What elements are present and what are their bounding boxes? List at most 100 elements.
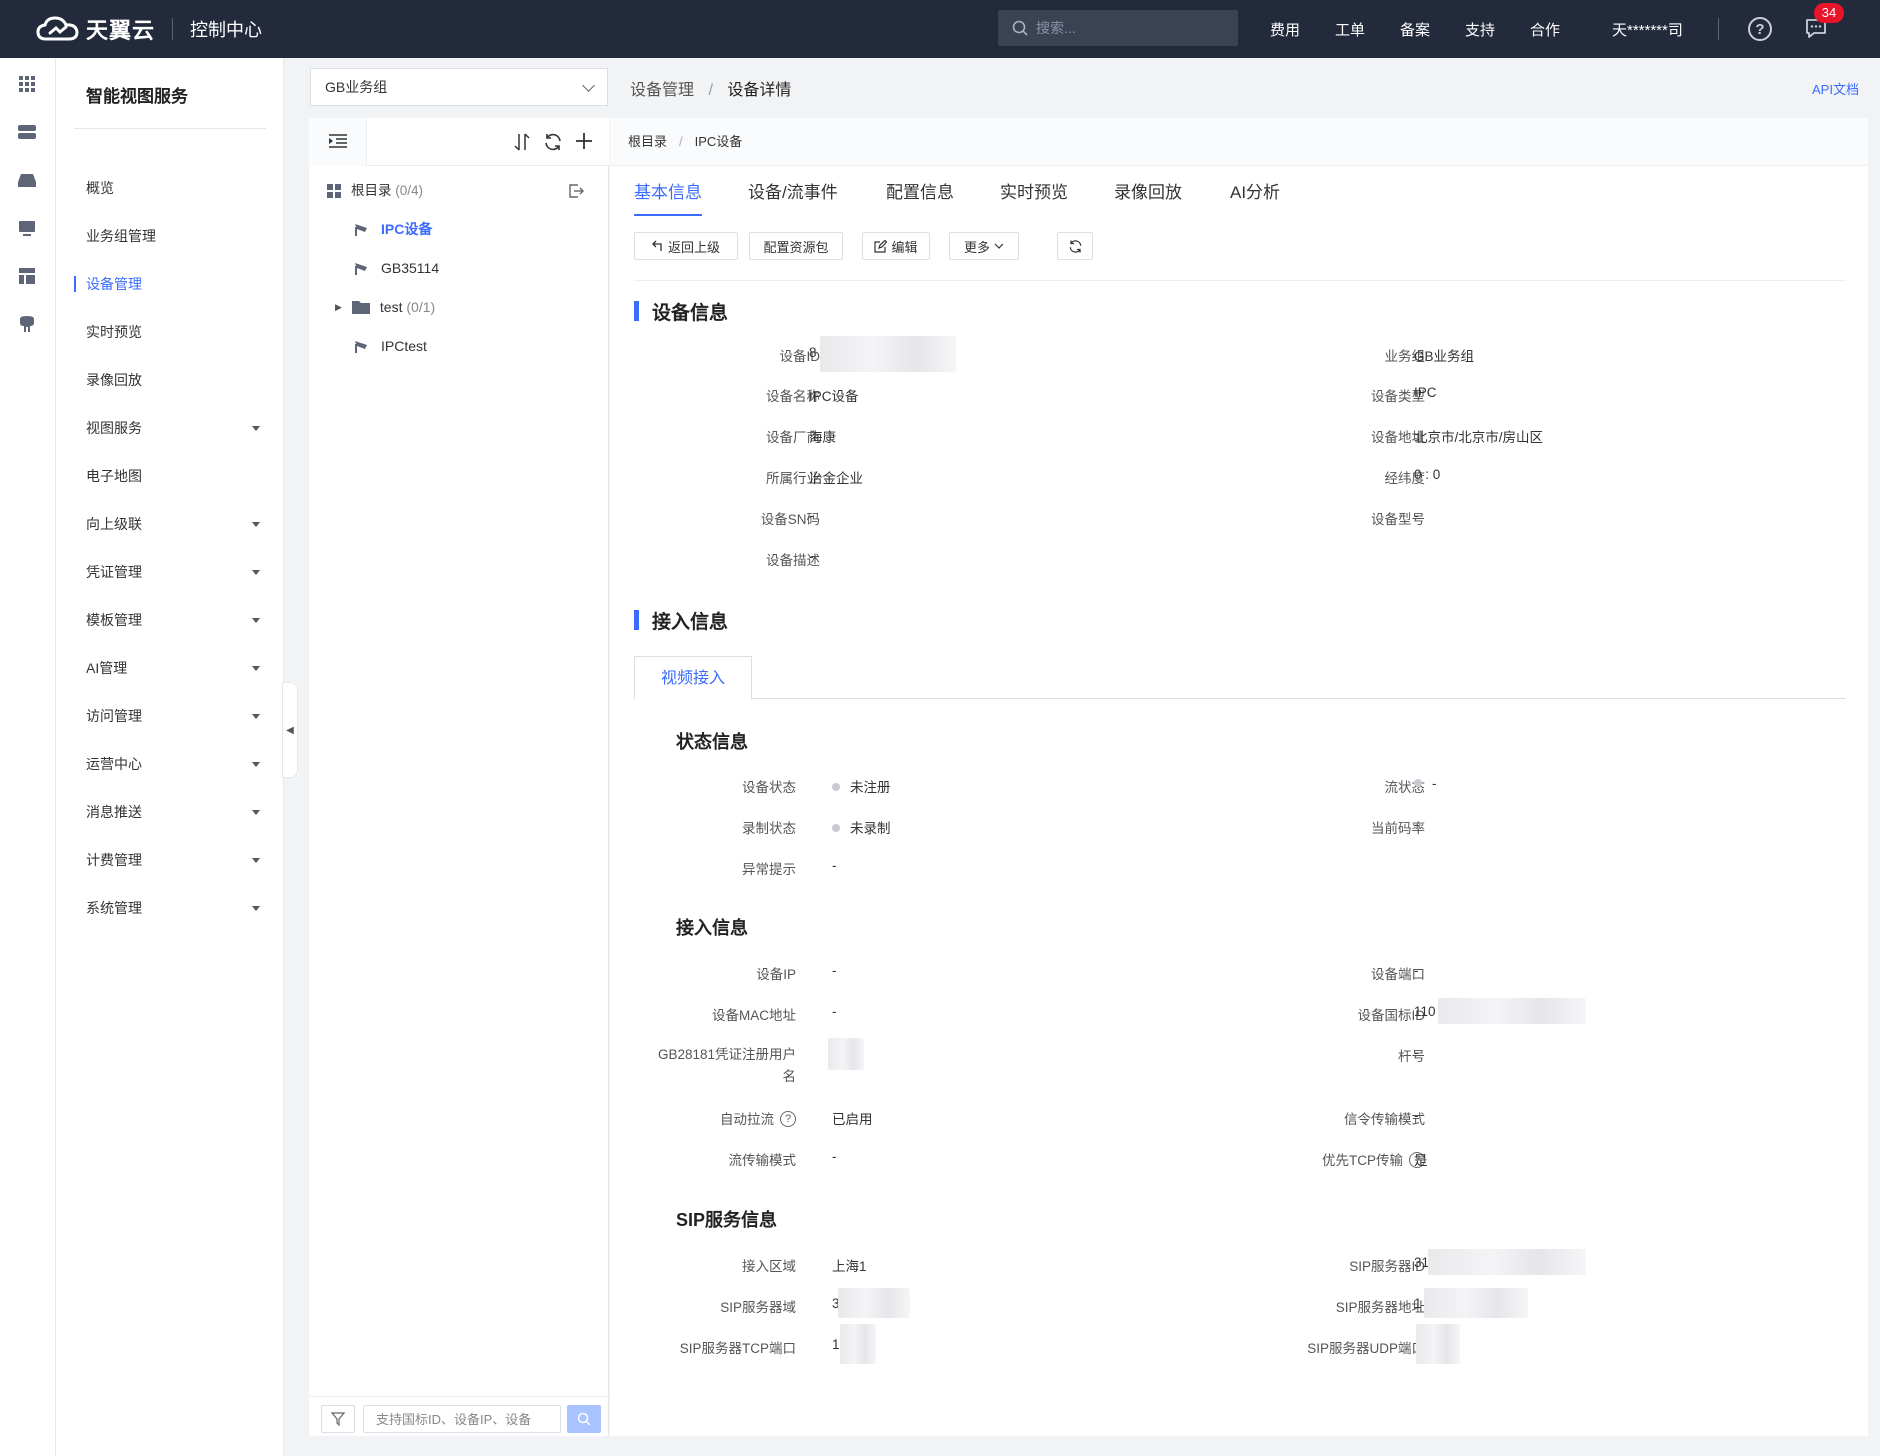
edit-button[interactable]: 编辑 [862, 232, 930, 260]
server-icon[interactable] [16, 122, 38, 142]
sip-id-value: 31 [1414, 1255, 1430, 1270]
filter-icon[interactable] [321, 1405, 355, 1433]
tree-node-label: test [379, 299, 403, 315]
tree-node-gb35114[interactable]: GB35114 [353, 257, 439, 279]
tree-node-test[interactable]: ▶ test (0/1) [335, 296, 435, 318]
tree-node-ipc-device[interactable]: IPC设备 [353, 218, 432, 240]
stream-mode-label: 流传输模式 [728, 1153, 797, 1168]
tree-toolbar-left [309, 118, 367, 166]
more-dropdown[interactable]: 更多 [949, 232, 1019, 260]
back-arrow-icon [652, 240, 662, 251]
layout-icon[interactable] [16, 266, 38, 286]
access-info-title: 接入信息 [634, 607, 728, 634]
monitor-icon[interactable] [16, 218, 38, 238]
record-status-value: 未录制 [832, 817, 891, 837]
sidebar-item-label: 访问管理 [86, 708, 142, 724]
stream-status-value: - [1414, 776, 1437, 791]
nav-support[interactable]: 支持 [1465, 19, 1495, 40]
tab-ai-analysis[interactable]: AI分析 [1230, 178, 1280, 214]
nav-tickets[interactable]: 工单 [1335, 19, 1365, 40]
tab-config[interactable]: 配置信息 [886, 178, 954, 214]
caret-down-icon [252, 858, 260, 863]
tree-search-row [309, 1396, 609, 1436]
sort-icon[interactable] [513, 132, 531, 152]
expand-arrow-icon[interactable]: ▶ [335, 296, 342, 318]
sidebar-item-view-service[interactable]: 视图服务 [56, 408, 284, 448]
tree-node-count: (0/1) [406, 299, 436, 315]
region-value: 上海1 [832, 1259, 867, 1274]
tree-node-ipctest[interactable]: IPCtest [353, 335, 427, 357]
sidebar-item-push[interactable]: 消息推送 [56, 792, 284, 832]
topbar-divider-right [1718, 18, 1719, 40]
console-title[interactable]: 控制中心 [190, 16, 262, 42]
tree-node-label: IPCtest [381, 338, 427, 354]
breadcrumb-parent[interactable]: 设备管理 [630, 82, 694, 99]
business-group-select[interactable]: GB业务组 [310, 68, 608, 106]
nav-partner[interactable]: 合作 [1530, 19, 1560, 40]
api-docs-link[interactable]: API文档 [1812, 79, 1859, 98]
tab-live-preview[interactable]: 实时预览 [1000, 178, 1068, 214]
question-icon[interactable]: ? [780, 1111, 796, 1128]
sidebar-item-playback[interactable]: 录像回放 [56, 360, 284, 400]
sidebar-item-e-map[interactable]: 电子地图 [56, 456, 284, 496]
search-icon [577, 1412, 591, 1426]
auto-pull-label: 自动拉流? [720, 1108, 796, 1128]
sidebar-item-operations[interactable]: 运营中心 [56, 744, 284, 784]
path-root[interactable]: 根目录 [628, 134, 667, 149]
redacted-blur [820, 336, 956, 372]
sidebar-item-overview[interactable]: 概览 [56, 168, 284, 208]
grid-apps-icon[interactable] [16, 74, 38, 94]
tree-path-breadcrumb: 根目录 / IPC设备 [610, 118, 1868, 166]
sidebar-item-label: 模板管理 [86, 612, 142, 628]
refresh-icon [1069, 239, 1081, 253]
brand-logo[interactable]: 天翼云 [36, 12, 155, 46]
config-package-button[interactable]: 配置资源包 [749, 232, 843, 260]
database-elephant-icon[interactable] [16, 314, 38, 334]
tree-node-label: IPC设备 [381, 221, 433, 237]
sidebar-item-billing[interactable]: 计费管理 [56, 840, 284, 880]
nav-fees[interactable]: 费用 [1270, 19, 1300, 40]
device-address-value: 北京市/北京市/房山区 [1414, 430, 1544, 445]
sidebar-item-device-management[interactable]: 设备管理 [56, 264, 284, 304]
indent-menu-icon[interactable] [329, 133, 347, 149]
storage-icon[interactable] [16, 170, 38, 190]
subtab-video-access[interactable]: 视频接入 [634, 656, 752, 700]
sidebar-item-live-preview[interactable]: 实时预览 [56, 312, 284, 352]
redacted-blur [838, 1288, 910, 1318]
tab-device-events[interactable]: 设备/流事件 [748, 178, 838, 214]
tcp-first-label: 优先TCP传输? [1322, 1149, 1425, 1169]
sidebar-item-credentials[interactable]: 凭证管理 [56, 552, 284, 592]
sidebar-item-templates[interactable]: 模板管理 [56, 600, 284, 640]
refresh-button[interactable] [1057, 232, 1093, 260]
tab-playback[interactable]: 录像回放 [1114, 178, 1182, 214]
global-search[interactable]: 搜索... [998, 10, 1238, 46]
nav-filing[interactable]: 备案 [1400, 19, 1430, 40]
sidebar-item-system[interactable]: 系统管理 [56, 888, 284, 928]
sidebar-collapse-handle[interactable]: ◀ [282, 682, 298, 778]
tcp-first-label-text: 优先TCP传输 [1322, 1153, 1403, 1168]
refresh-icon[interactable] [543, 132, 563, 152]
folder-icon [351, 301, 370, 314]
redacted-blur [1428, 1249, 1586, 1275]
sidebar-item-cascade[interactable]: 向上级联 [56, 504, 284, 544]
add-icon[interactable] [575, 132, 593, 150]
tab-basic-info[interactable]: 基本信息 [634, 178, 702, 216]
back-button[interactable]: 返回上级 [634, 232, 738, 260]
user-account[interactable]: 天*******司 [1612, 19, 1683, 40]
tree-search-input[interactable] [363, 1405, 561, 1433]
sidebar-item-business-group[interactable]: 业务组管理 [56, 216, 284, 256]
tree-root[interactable]: 根目录 (0/4) [327, 180, 423, 202]
top-navigation-bar: 天翼云 控制中心 搜索... 费用 工单 备案 支持 合作 天*******司 … [0, 0, 1880, 58]
caret-down-icon [252, 570, 260, 575]
sidebar-item-access[interactable]: 访问管理 [56, 696, 284, 736]
status-dot [832, 824, 840, 833]
device-info-title: 设备信息 [634, 298, 728, 325]
tree-search-button[interactable] [567, 1405, 601, 1433]
collapse-tree-icon[interactable] [568, 183, 584, 199]
sidebar-item-ai[interactable]: AI管理 [56, 648, 284, 688]
sidebar-item-label: 向上级联 [86, 516, 142, 532]
help-icon[interactable]: ? [1748, 17, 1772, 41]
device-detail-panel: 根目录 / IPC设备 基本信息 设备/流事件 配置信息 实时预览 录像回放 AI分… [610, 118, 1868, 1436]
stream-status-text: - [1432, 776, 1437, 791]
notification-badge: 34 [1814, 3, 1844, 23]
